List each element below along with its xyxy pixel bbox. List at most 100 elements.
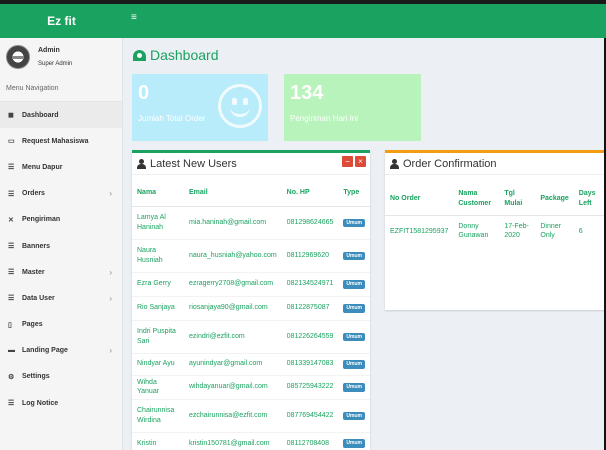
sidebar-item-pages[interactable]: ▯ Pages — [0, 312, 122, 338]
shuffle-icon: ✕ — [8, 216, 14, 224]
user-type-cell: Umum — [338, 271, 370, 296]
column-header: Tgl Mulai — [499, 183, 536, 216]
column-header: Package — [535, 183, 574, 216]
table-row: Naura Husniah naura_husniah@yahoo.com 0811… — [132, 238, 370, 272]
sidebar-item-label: Dashboard — [22, 111, 59, 119]
user-name-cell: Rio Sanjaya — [132, 295, 184, 320]
sidebar-item-label: Settings — [22, 373, 50, 381]
user-email-cell: ezindri@ezfit.com — [184, 319, 282, 353]
column-header: No. HP — [281, 180, 339, 207]
column-header: Type — [338, 180, 370, 207]
users-table: Nama Email No. HP Type Lamya Al Haninah m… — [132, 180, 370, 450]
sidebar-item-label: Pengiriman — [22, 216, 61, 224]
user-email-cell: naura_husniah@yahoo.com — [184, 238, 282, 272]
page-title-text: Dashboard — [150, 47, 219, 63]
orders-table: No Order Nama Customer Tgl Mulai Package… — [385, 183, 606, 247]
order-number-cell: EZFIT1581295937 — [385, 214, 454, 247]
status-badge: Umum — [343, 304, 365, 313]
smile-icon — [218, 84, 262, 128]
sidebar-item-menu-dapur[interactable]: ☰ Menu Dapur — [0, 154, 122, 180]
user-email-cell: mia.haninah@gmail.com — [184, 205, 282, 239]
sidebar-item-dashboard[interactable]: ◼ Dashboard — [0, 102, 122, 129]
user-phone-cell: 081226264559 — [281, 319, 339, 353]
stat-value: 134 — [290, 82, 324, 104]
user-phone-cell: 081298624665 — [281, 205, 339, 239]
panel-header: Order Confirmation — [385, 153, 606, 175]
column-header: Nama Customer — [453, 183, 500, 216]
table-row: Rio Sanjaya riosanjaya90@gmail.com 0812287… — [132, 295, 370, 320]
sidebar: Admin Super Admin Menu Navigation ◼ Dashb… — [0, 38, 123, 450]
sidebar-item-label: Landing Page — [22, 347, 68, 355]
table-row: Nindyar Ayu ayunindyar@gmail.com 081339147… — [132, 352, 370, 375]
sidebar-item-label: Data User — [22, 294, 55, 302]
status-badge: Umum — [343, 280, 365, 289]
status-badge: Umum — [343, 439, 365, 449]
user-phone-cell: 08112969620 — [281, 238, 339, 272]
user-panel: Admin Super Admin — [0, 38, 122, 76]
chevron-right-icon: › — [109, 267, 112, 277]
panel-header: Latest New Users — [132, 153, 370, 175]
user-icon — [137, 158, 146, 169]
column-header: Email — [184, 180, 282, 207]
sidebar-item-landing-page[interactable]: ▬ Landing Page › — [0, 338, 122, 364]
table-row[interactable]: EZFIT1581295937 Donny Gunawan 17-Feb-2020 D… — [385, 214, 606, 247]
user-name-cell: Chairunnisa Wirdina — [132, 398, 184, 432]
top-navbar: Ez fit ≡ — [0, 0, 606, 38]
user-name-cell: Ezra Gerry — [132, 271, 184, 296]
user-phone-cell: 087769454422 — [281, 398, 339, 432]
menu-toggle-icon[interactable]: ≡ — [131, 12, 137, 23]
user-name-cell: Nindyar Ayu — [132, 352, 184, 375]
table-row: Lamya Al Haninah mia.haninah@gmail.com 081… — [132, 205, 370, 239]
order-customer-cell: Donny Gunawan — [453, 214, 500, 247]
sidebar-item-settings[interactable]: ⚙ Settings — [0, 364, 122, 390]
minimize-button[interactable]: − — [342, 156, 353, 167]
panel-title: Latest New Users — [150, 157, 237, 170]
sidebar-item-label: Master — [22, 268, 45, 276]
sidebar-item-master[interactable]: ☰ Master › — [0, 259, 122, 285]
stat-box-total-order: 0 Jumlah Total Order — [132, 74, 268, 141]
user-role: Super Admin — [38, 61, 73, 67]
list-icon: ☰ — [8, 190, 15, 198]
user-email-cell: ayunindyar@gmail.com — [184, 352, 282, 375]
user-phone-cell: 08112708408 — [281, 431, 339, 450]
table-row: Ezra Gerry ezragerry2708@gmail.com 0821345… — [132, 271, 370, 296]
avatar — [6, 45, 30, 69]
user-name-cell: Kristin — [132, 431, 184, 450]
user-email-cell: ezchairunnisa@ezfit.com — [184, 398, 282, 432]
sidebar-item-orders[interactable]: ☰ Orders › — [0, 181, 122, 207]
sidebar-item-label: Orders — [22, 190, 45, 198]
user-icon — [390, 158, 399, 169]
panel-tools: − × — [342, 156, 366, 167]
sidebar-item-banners[interactable]: ☰ Banners — [0, 233, 122, 259]
user-type-cell: Umum — [338, 205, 370, 239]
list-icon: ☰ — [8, 269, 15, 277]
stat-label: Pengiriman Hari Ini — [290, 114, 359, 123]
status-badge: Umum — [343, 332, 365, 342]
sidebar-item-log-notice[interactable]: ☰ Log Notice — [0, 390, 122, 416]
column-header: Nama — [132, 180, 184, 207]
user-type-cell: Umum — [338, 398, 370, 432]
order-confirmation-panel: Order Confirmation No Order Nama Custome… — [385, 150, 606, 310]
panel-title: Order Confirmation — [403, 157, 497, 170]
table-row: Chairunnisa Wirdina ezchairunnisa@ezfit.c… — [132, 398, 370, 432]
user-email-cell: wihdayanuar@gmail.com — [184, 374, 282, 399]
brand-logo[interactable]: Ez fit — [0, 4, 123, 38]
close-button[interactable]: × — [355, 156, 366, 167]
user-email-cell: ezragerry2708@gmail.com — [184, 271, 282, 296]
stat-box-pengiriman: 134 Pengiriman Hari Ini — [284, 74, 421, 141]
order-package-cell: Dinner Only — [535, 214, 574, 247]
status-badge: Umum — [343, 218, 365, 228]
stat-value: 0 — [138, 82, 150, 104]
sidebar-item-label: Pages — [22, 321, 43, 329]
column-header: No Order — [385, 183, 454, 216]
user-name-cell: Wihda Yanuar — [132, 374, 184, 399]
sidebar-item-data-user[interactable]: ☰ Data User › — [0, 285, 122, 311]
sidebar-item-pengiriman[interactable]: ✕ Pengiriman — [0, 207, 122, 233]
table-row: Wihda Yanuar wihdayanuar@gmail.com 0857259… — [132, 374, 370, 399]
sidebar-item-label: Menu Dapur — [22, 163, 63, 171]
user-email-cell: kristin150781@gmail.com — [184, 431, 282, 450]
user-name: Admin — [38, 47, 60, 54]
user-type-cell: Umum — [338, 295, 370, 320]
page-title: Dashboard — [133, 47, 219, 63]
sidebar-item-request-mahasiswa[interactable]: ▭ Request Mahasiswa — [0, 128, 122, 154]
